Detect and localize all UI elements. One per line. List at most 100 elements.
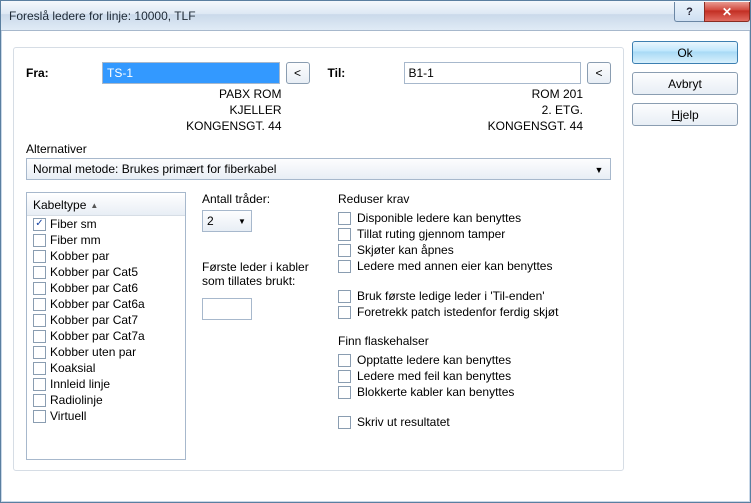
from-block: Fra: < PABX ROM KJELLER KONGENSGT. 44 (26, 62, 310, 134)
from-browse-button[interactable]: < (286, 62, 310, 84)
list-item-label: Innleid linje (50, 377, 110, 391)
checkbox-icon (338, 370, 351, 383)
reduce-checkbox[interactable]: Skjøter kan åpnes (338, 242, 611, 258)
list-item[interactable]: Kobber uten par (27, 344, 185, 360)
main-group: Fra: < PABX ROM KJELLER KONGENSGT. 44 Ti… (13, 47, 624, 471)
list-item-label: Fiber sm (50, 217, 97, 231)
checkbox-icon (33, 362, 46, 375)
checkbox-icon: ✓ (33, 218, 46, 231)
list-item[interactable]: Kobber par Cat6a (27, 296, 185, 312)
bottleneck-checkbox[interactable]: Opptatte ledere kan benyttes (338, 352, 611, 368)
tilend-checkbox[interactable]: Foretrekk patch istedenfor ferdig skjøt (338, 304, 611, 320)
sort-indicator-icon: ▲ (90, 201, 98, 210)
checkbox-icon (33, 266, 46, 279)
list-item-label: Kobber par Cat5 (50, 265, 138, 279)
list-item-label: Virtuell (50, 409, 86, 423)
reduce-checkbox[interactable]: Disponible ledere kan benyttes (338, 210, 611, 226)
checkbox-icon (33, 346, 46, 359)
print-group: Skriv ut resultatet (338, 414, 611, 430)
list-item[interactable]: Kobber par Cat7 (27, 312, 185, 328)
checkbox-label: Skjøter kan åpnes (357, 243, 454, 257)
checkbox-icon (338, 416, 351, 429)
ok-button[interactable]: Ok (632, 41, 738, 64)
threads-combo[interactable]: 2 ▼ (202, 210, 252, 232)
list-item-label: Kobber par (50, 249, 109, 263)
titlebar-close-button[interactable]: ✕ (704, 2, 750, 22)
list-item-label: Radiolinje (50, 393, 103, 407)
checkbox-label: Disponible ledere kan benyttes (357, 211, 521, 225)
close-icon: ✕ (722, 5, 732, 19)
print-checkbox[interactable]: Skriv ut resultatet (338, 414, 611, 430)
cabletype-header-label: Kabeltype (33, 198, 86, 212)
cabletype-list[interactable]: Kabeltype ▲ ✓ Fiber sm Fiber mm Kobber par K… (26, 192, 186, 460)
checkbox-label: Foretrekk patch istedenfor ferdig skjøt (357, 305, 558, 319)
checkbox-icon (338, 228, 351, 241)
list-item[interactable]: Virtuell (27, 408, 185, 424)
from-label: Fra: (26, 66, 96, 80)
titlebar-help-button[interactable]: ? (674, 2, 704, 22)
checkbox-icon (33, 314, 46, 327)
print-label: Skriv ut resultatet (357, 415, 450, 429)
checkbox-label: Opptatte ledere kan benyttes (357, 353, 511, 367)
first-leader-input[interactable] (202, 298, 252, 320)
to-addr-2: 2. ETG. (328, 102, 584, 118)
list-item[interactable]: Kobber par Cat6 (27, 280, 185, 296)
list-item[interactable]: Radiolinje (27, 392, 185, 408)
cancel-button[interactable]: Avbryt (632, 72, 738, 95)
client-area: Fra: < PABX ROM KJELLER KONGENSGT. 44 Ti… (1, 31, 750, 502)
to-addr-3: KONGENSGT. 44 (328, 118, 584, 134)
list-item[interactable]: Fiber mm (27, 232, 185, 248)
from-input[interactable] (102, 62, 280, 84)
to-addr-1: ROM 201 (328, 86, 584, 102)
to-label: Til: (328, 66, 398, 80)
checkbox-icon (33, 410, 46, 423)
bottleneck-group: Finn flaskehalser Opptatte ledere kan be… (338, 334, 611, 400)
chevron-down-icon: ▼ (235, 214, 249, 228)
checkbox-icon (33, 282, 46, 295)
to-input[interactable] (404, 62, 582, 84)
bottleneck-checkbox[interactable]: Ledere med feil kan benyttes (338, 368, 611, 384)
dialog-window: Foreslå ledere for linje: 10000, TLF ? ✕… (0, 0, 751, 503)
side-buttons: Ok Avbryt Hjelp (632, 41, 738, 490)
bottleneck-title: Finn flaskehalser (338, 334, 611, 348)
to-address: ROM 201 2. ETG. KONGENSGT. 44 (328, 86, 612, 134)
to-browse-button[interactable]: < (587, 62, 611, 84)
from-addr-1: PABX ROM (26, 86, 282, 102)
from-address: PABX ROM KJELLER KONGENSGT. 44 (26, 86, 310, 134)
list-item[interactable]: Koaksial (27, 360, 185, 376)
list-item-label: Kobber par Cat7 (50, 313, 138, 327)
threads-label: Antall tråder: (202, 192, 322, 206)
list-item[interactable]: Kobber par Cat5 (27, 264, 185, 280)
checkbox-icon (33, 394, 46, 407)
cabletype-header[interactable]: Kabeltype ▲ (27, 195, 185, 216)
threads-column: Antall tråder: 2 ▼ Første leder i kabler… (202, 192, 322, 460)
list-item[interactable]: Kobber par Cat7a (27, 328, 185, 344)
list-item[interactable]: ✓ Fiber sm (27, 216, 185, 232)
reduce-checkbox[interactable]: Ledere med annen eier kan benyttes (338, 258, 611, 274)
checkbox-label: Blokkerte kabler kan benyttes (357, 385, 514, 399)
list-item[interactable]: Kobber par (27, 248, 185, 264)
reduce-checkbox[interactable]: Tillat ruting gjennom tamper (338, 226, 611, 242)
checkbox-label: Ledere med feil kan benyttes (357, 369, 511, 383)
list-item[interactable]: Innleid linje (27, 376, 185, 392)
list-item-label: Fiber mm (50, 233, 101, 247)
tilend-checkbox[interactable]: Bruk første ledige leder i 'Til-enden' (338, 288, 611, 304)
checkbox-label: Bruk første ledige leder i 'Til-enden' (357, 289, 545, 303)
from-addr-3: KONGENSGT. 44 (26, 118, 282, 134)
checkbox-icon (338, 212, 351, 225)
list-item-label: Kobber uten par (50, 345, 136, 359)
checkbox-icon (33, 250, 46, 263)
list-item-label: Koaksial (50, 361, 95, 375)
checkbox-icon (33, 298, 46, 311)
bottleneck-checkbox[interactable]: Blokkerte kabler kan benyttes (338, 384, 611, 400)
title-buttons: ? ✕ (674, 2, 750, 24)
checkbox-icon (338, 244, 351, 257)
checkbox-icon (338, 306, 351, 319)
help-button[interactable]: Hjelp (632, 103, 738, 126)
from-to-row: Fra: < PABX ROM KJELLER KONGENSGT. 44 Ti… (26, 62, 611, 134)
titlebar: Foreslå ledere for linje: 10000, TLF ? ✕ (1, 1, 750, 31)
checkbox-icon (338, 354, 351, 367)
alternatives-label: Alternativer (26, 142, 611, 156)
alternatives-combo[interactable]: Normal metode: Brukes primært for fiberk… (26, 158, 611, 180)
checkbox-icon (33, 330, 46, 343)
